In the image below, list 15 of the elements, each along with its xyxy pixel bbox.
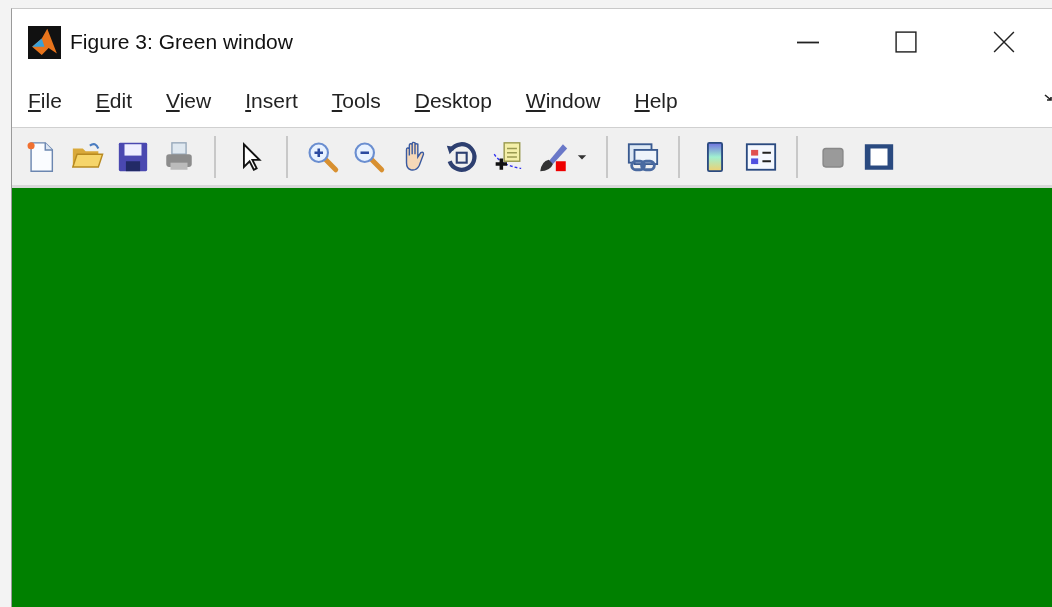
close-icon xyxy=(993,31,1015,53)
window-title: Figure 3: Green window xyxy=(70,30,293,54)
maximize-icon xyxy=(895,31,917,53)
menu-item[interactable]: View xyxy=(166,89,212,113)
menu-item[interactable]: Help xyxy=(634,89,678,113)
menu-item[interactable]: Insert xyxy=(245,89,298,113)
menu-item[interactable]: Window xyxy=(525,89,601,113)
app-logo-icon xyxy=(28,25,61,59)
menu-item[interactable]: Edit xyxy=(95,89,133,113)
menu-item[interactable]: Desktop xyxy=(414,89,492,113)
minimize-icon xyxy=(797,40,819,44)
rotate-icon[interactable] xyxy=(444,139,478,174)
menu-item[interactable]: File xyxy=(28,89,62,113)
menu-item[interactable]: Tools xyxy=(331,89,381,113)
dock-arrow-icon[interactable] xyxy=(1044,93,1052,103)
